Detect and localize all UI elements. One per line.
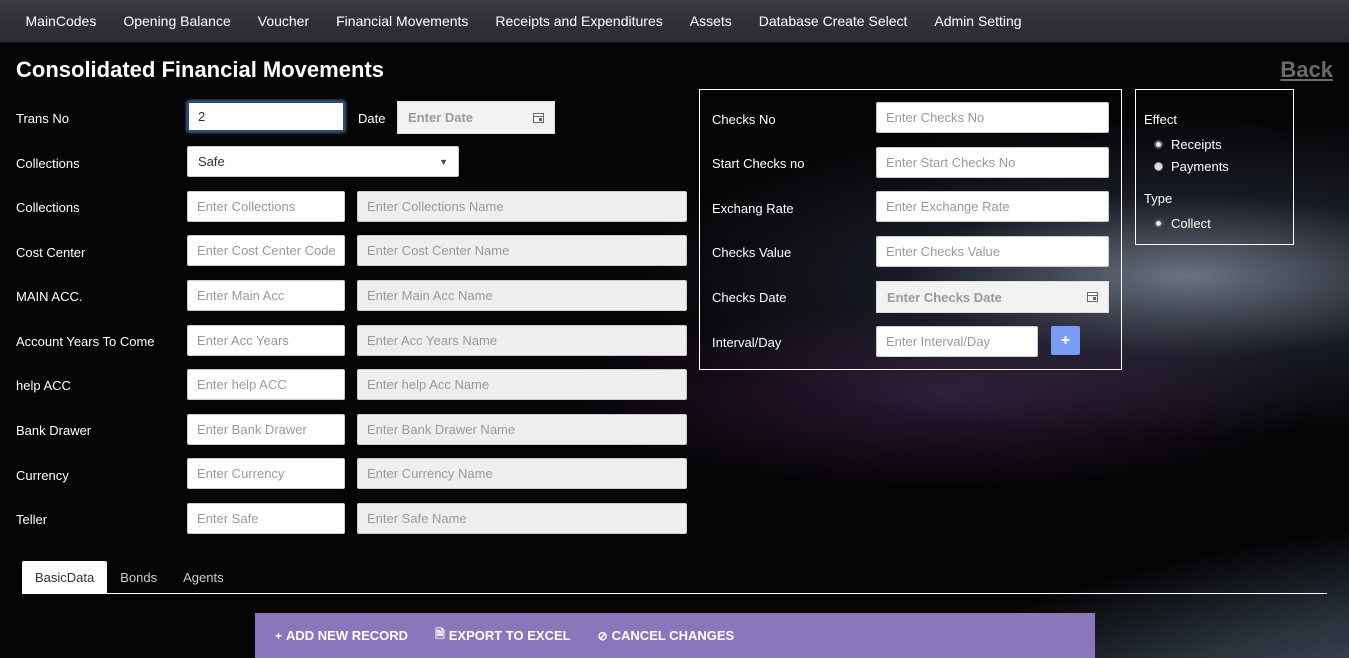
currency-name-input[interactable]: [357, 458, 687, 489]
checks-no-input[interactable]: [876, 102, 1109, 133]
start-checks-label: Start Checks no: [712, 156, 805, 171]
main-acc-code-input[interactable]: [187, 280, 345, 311]
collections-select-label: Collections: [16, 156, 80, 171]
payments-label: Payments: [1171, 159, 1229, 174]
chevron-down-icon: ▼: [439, 156, 448, 167]
checks-no-label: Checks No: [712, 112, 776, 127]
cancel-changes-label: CANCEL CHANGES: [611, 628, 735, 643]
excel-icon: 🗎: [435, 627, 445, 641]
checks-date-placeholder: Enter Checks Date: [887, 289, 1002, 305]
add-interval-button[interactable]: +: [1051, 326, 1080, 355]
receipts-label: Receipts: [1171, 137, 1222, 152]
radio-unselected-icon[interactable]: [1154, 162, 1163, 171]
nav-admin-setting[interactable]: Admin Setting: [921, 13, 1035, 29]
export-excel-label: EXPORT TO EXCEL: [448, 628, 571, 643]
back-link[interactable]: Back: [1280, 57, 1333, 83]
exchange-rate-input[interactable]: [876, 191, 1109, 222]
tab-divider: [22, 593, 1327, 594]
date-placeholder: Enter Date: [408, 110, 474, 125]
tab-agents[interactable]: Agents: [170, 561, 236, 593]
checks-date-picker[interactable]: Enter Checks Date: [876, 281, 1109, 313]
help-acc-code-input[interactable]: [187, 369, 345, 400]
start-checks-input[interactable]: [876, 147, 1109, 178]
date-picker[interactable]: Enter Date: [397, 101, 555, 134]
cancel-changes-button[interactable]: ⊘ CANCEL CHANGES: [598, 628, 735, 643]
bank-drawer-code-input[interactable]: [187, 414, 345, 445]
add-new-record-button[interactable]: + ADD NEW RECORD: [275, 628, 408, 643]
grid-toolbar: + ADD NEW RECORD 🗎 EXPORT TO EXCEL ⊘ CAN…: [255, 613, 1095, 658]
effect-receipts-option[interactable]: Receipts: [1154, 137, 1222, 152]
nav-voucher[interactable]: Voucher: [244, 13, 322, 29]
add-new-record-label: ADD NEW RECORD: [286, 628, 409, 643]
plus-icon: +: [275, 628, 283, 643]
bank-drawer-name-input[interactable]: [357, 414, 687, 445]
main-acc-name-input[interactable]: [357, 280, 687, 311]
nav-receipts-expenditures[interactable]: Receipts and Expenditures: [482, 13, 676, 29]
acc-years-name-input[interactable]: [357, 325, 687, 356]
main-acc-label: MAIN ACC.: [16, 289, 83, 304]
checks-value-label: Checks Value: [712, 245, 792, 260]
cost-center-label: Cost Center: [16, 245, 86, 260]
interval-label: Interval/Day: [712, 335, 782, 350]
calendar-icon[interactable]: [1087, 292, 1098, 302]
trans-no-label: Trans No: [16, 111, 69, 126]
help-acc-name-input[interactable]: [357, 369, 687, 400]
collections-code-input[interactable]: [187, 191, 345, 222]
nav-opening-balance[interactable]: Opening Balance: [110, 13, 244, 29]
calendar-icon[interactable]: [533, 112, 544, 123]
collections-name-input[interactable]: [357, 191, 687, 222]
interval-input[interactable]: [876, 326, 1038, 357]
currency-code-input[interactable]: [187, 458, 345, 489]
acc-years-code-input[interactable]: [187, 325, 345, 356]
teller-label: Teller: [16, 512, 48, 527]
radio-selected-icon[interactable]: [1154, 219, 1163, 228]
trans-no-input[interactable]: [187, 101, 345, 132]
teller-code-input[interactable]: [187, 503, 345, 534]
cost-center-name-input[interactable]: [357, 235, 687, 266]
exchange-rate-label: Exchang Rate: [712, 201, 794, 216]
tab-bar: BasicData Bonds Agents: [22, 561, 237, 593]
radio-selected-icon[interactable]: [1154, 140, 1163, 149]
date-label: Date: [358, 111, 386, 126]
collections-select-value: Safe: [198, 154, 225, 169]
bank-drawer-label: Bank Drawer: [16, 423, 92, 438]
help-acc-label: help ACC: [16, 378, 71, 393]
nav-assets[interactable]: Assets: [676, 13, 745, 29]
collections-select[interactable]: Safe ▼: [187, 146, 459, 177]
nav-maincodes[interactable]: MainCodes: [12, 13, 110, 29]
cancel-icon: ⊘: [597, 628, 608, 643]
checks-value-input[interactable]: [876, 236, 1109, 267]
checks-date-label: Checks Date: [712, 290, 787, 305]
type-collect-option[interactable]: Collect: [1154, 216, 1211, 231]
collections-label: Collections: [16, 200, 80, 215]
effect-payments-option[interactable]: Payments: [1154, 159, 1229, 174]
cost-center-code-input[interactable]: [187, 235, 345, 266]
tab-basicdata[interactable]: BasicData: [22, 561, 108, 593]
acc-years-label: Account Years To Come: [16, 334, 155, 349]
export-excel-button[interactable]: 🗎 EXPORT TO EXCEL: [435, 625, 571, 646]
type-label: Type: [1144, 191, 1173, 206]
effect-label: Effect: [1144, 112, 1178, 127]
nav-financial-movements[interactable]: Financial Movements: [323, 13, 482, 29]
page-title: Consolidated Financial Movements: [16, 57, 384, 82]
currency-label: Currency: [16, 468, 69, 483]
nav-database-create-select[interactable]: Database Create Select: [745, 13, 921, 29]
tab-bonds[interactable]: Bonds: [107, 561, 170, 593]
teller-name-input[interactable]: [357, 503, 687, 534]
collect-label: Collect: [1171, 216, 1211, 231]
top-navbar: MainCodes Opening Balance Voucher Financ…: [0, 0, 1349, 43]
